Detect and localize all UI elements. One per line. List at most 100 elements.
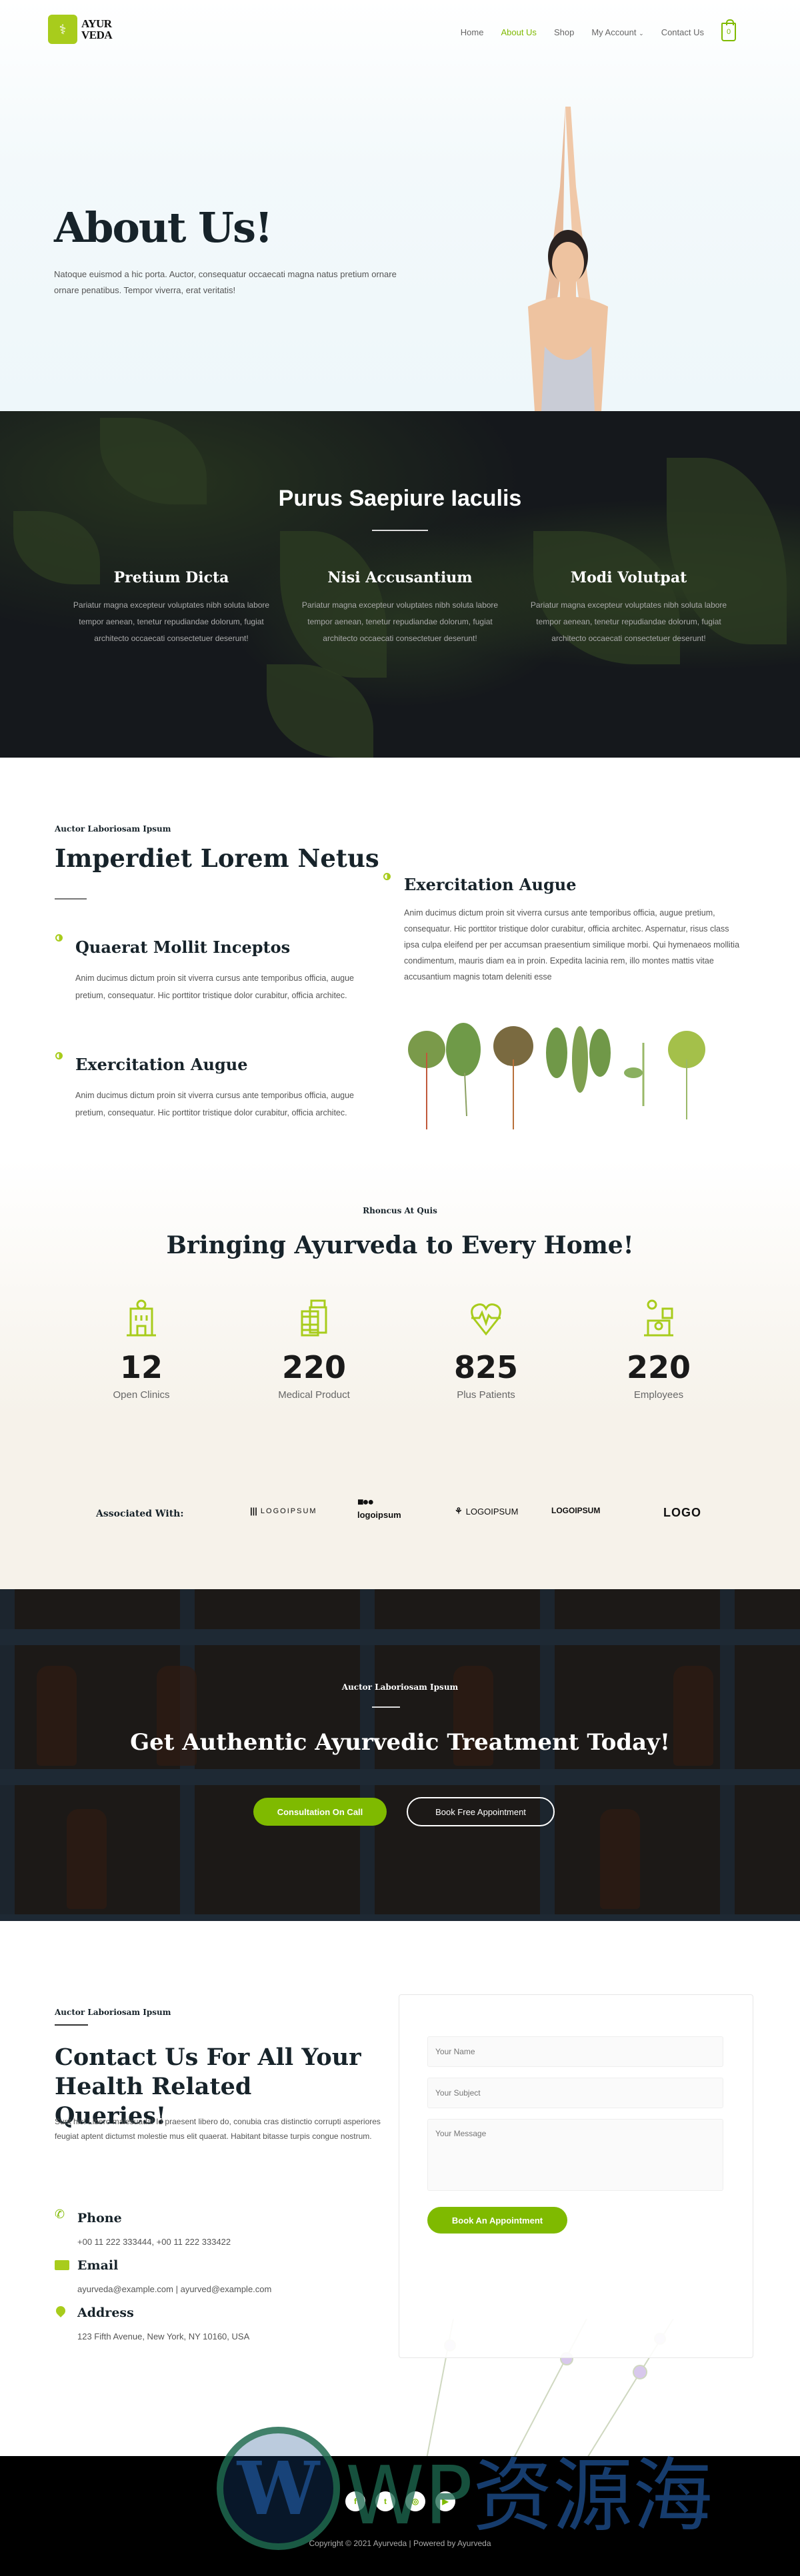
copyright: Copyright © 2021 Ayurveda | Powered by A… <box>309 2539 491 2548</box>
main-nav: Home About Us Shop My Account ⌄ Contact … <box>461 19 736 41</box>
contact-eyebrow: Auctor Laboriosam Ipsum <box>55 2008 171 2017</box>
email-value[interactable]: ayurveda@example.com | ayurved@example.c… <box>77 2284 271 2294</box>
facebook-icon[interactable]: f <box>345 2491 365 2511</box>
features-eyebrow: Auctor Laboriosam Ipsum <box>55 824 171 834</box>
cart-button[interactable]: 0 <box>721 19 736 41</box>
clinic-icon <box>127 1299 156 1337</box>
soundwave-icon: ||| <box>250 1506 257 1516</box>
location-pin-icon <box>54 2304 67 2317</box>
partner-logo[interactable]: ||| LOGOIPSUM <box>250 1506 317 1516</box>
features-title: Imperdiet Lorem Netus <box>55 844 379 873</box>
cart-count: 0 <box>726 28 731 36</box>
social-links: f t ◎ ▶ <box>345 2491 455 2511</box>
partner-name: LOGO <box>663 1506 701 1519</box>
nav-about[interactable]: About Us <box>501 27 536 37</box>
partner-logo[interactable]: LOGOIPSUM <box>551 1506 600 1515</box>
divider <box>372 1706 400 1708</box>
book-appointment-button[interactable]: Book Free Appointment <box>407 1797 555 1826</box>
stat-value: 220 <box>281 1349 347 1385</box>
partner-name: LOGOIPSUM <box>260 1507 317 1515</box>
consultation-button[interactable]: Consultation On Call <box>253 1798 387 1826</box>
phone-label: Phone <box>77 2211 122 2226</box>
stat-value: 220 <box>626 1349 691 1385</box>
subject-input[interactable] <box>427 2078 723 2108</box>
feature-text: Anim ducimus dictum proin sit viverra cu… <box>75 973 355 1000</box>
stats-title: Bringing Ayurveda to Every Home! <box>166 1231 634 1259</box>
partner-logo[interactable]: LOGO <box>663 1506 701 1520</box>
nav-home[interactable]: Home <box>461 27 484 37</box>
nav-my-account-label: My Account <box>591 27 637 37</box>
stat-label: Open Clinics <box>113 1389 170 1401</box>
appointment-form: Book An Appointment <box>399 1994 753 2358</box>
stats-section: Rhoncus At Quis Bringing Ayurveda to Eve… <box>0 1159 800 1589</box>
partner-logo[interactable]: ■●● logoipsum <box>357 1497 401 1520</box>
feature-title: Quaerat Mollit Inceptos <box>75 938 291 957</box>
partner-name: logoipsum <box>357 1510 401 1520</box>
medicine-icon <box>301 1299 327 1337</box>
feature-text: Anim ducimus dictum proin sit viverra cu… <box>404 908 740 981</box>
divider <box>372 530 428 531</box>
stat-plus-patients: 825 Plus Patients <box>419 1299 553 1401</box>
twitter-icon[interactable]: t <box>375 2491 395 2511</box>
column-text: Pariatur magna excepteur voluptates nibh… <box>530 600 727 643</box>
column-title: Modi Volutpat <box>570 569 687 586</box>
phone-value[interactable]: +00 11 222 333444, +00 11 222 333422 <box>77 2237 231 2247</box>
stat-employees: 220 Employees <box>592 1299 725 1401</box>
heartbeat-icon <box>471 1303 501 1336</box>
column-title: Nisi Accusantium <box>327 569 473 586</box>
stats-eyebrow: Rhoncus At Quis <box>363 1206 437 1215</box>
feature-title: Exercitation Augue <box>75 1055 248 1074</box>
herb-column: Pretium Dicta Pariatur magna excepteur vo… <box>71 569 271 647</box>
site-logo[interactable]: ⚕ AYUR VEDA <box>48 15 113 44</box>
associated-label: Associated With: <box>96 1509 184 1519</box>
doctor-icon <box>644 1299 673 1337</box>
submit-button[interactable]: Book An Appointment <box>427 2207 567 2234</box>
bullet-icon <box>55 934 63 942</box>
stat-open-clinics: 12 Open Clinics <box>75 1299 208 1401</box>
chevron-down-icon: ⌄ <box>639 29 644 37</box>
herb-column: Nisi Accusantium Pariatur magna excepteur… <box>300 569 500 647</box>
partner-logo[interactable]: ⚘ LOGOIPSUM <box>455 1506 518 1517</box>
instagram-icon[interactable]: ◎ <box>405 2491 425 2511</box>
column-title: Pretium Dicta <box>113 569 229 586</box>
logo-line2: VEDA <box>81 29 113 41</box>
address-value: 123 Fifth Avenue, New York, NY 10160, US… <box>77 2331 250 2341</box>
phone-icon: ✆ <box>55 2208 65 2221</box>
contact-text: Sunt hic! Libero malesuada! Id praesent … <box>55 2117 381 2141</box>
stat-label: Medical Product <box>278 1389 350 1401</box>
feature-text: Anim ducimus dictum proin sit viverra cu… <box>75 1091 355 1117</box>
message-textarea[interactable] <box>427 2119 723 2191</box>
page-title: About Us! <box>54 203 273 252</box>
partner-name: LOGOIPSUM <box>551 1506 601 1515</box>
herbs-title: Purus Saepiure Iaculis <box>278 486 522 511</box>
nav-shop[interactable]: Shop <box>554 27 574 37</box>
cta-section: Auctor Laboriosam Ipsum Get Authentic Ay… <box>0 1589 800 1921</box>
logo-line1: AYUR <box>81 17 112 30</box>
stat-label: Plus Patients <box>457 1389 515 1401</box>
shapes-icon: ■●● <box>357 1497 374 1508</box>
footer: f t ◎ ▶ Copyright © 2021 Ayurveda | Powe… <box>0 2456 800 2576</box>
stat-label: Employees <box>633 1389 684 1401</box>
feature-title: Exercitation Augue <box>404 875 577 894</box>
wheat-icon: ⚘ <box>455 1506 463 1516</box>
divider <box>55 898 87 900</box>
leaf-decoration <box>267 664 373 758</box>
column-text: Pariatur magna excepteur voluptates nibh… <box>73 600 270 643</box>
herb-leaves-image <box>408 1023 705 1129</box>
stat-value: 12 <box>119 1349 163 1385</box>
youtube-icon[interactable]: ▶ <box>435 2491 455 2511</box>
cta-eyebrow: Auctor Laboriosam Ipsum <box>341 1682 459 1692</box>
nav-my-account[interactable]: My Account ⌄ <box>591 27 643 37</box>
stat-medical-product: 220 Medical Product <box>247 1299 381 1401</box>
cta-title: Get Authentic Ayurvedic Treatment Today! <box>130 1729 670 1756</box>
email-icon <box>55 2260 69 2270</box>
nav-contact[interactable]: Contact Us <box>661 27 704 37</box>
bullet-icon <box>383 873 391 880</box>
mortar-pestle-icon: ⚕ <box>48 15 77 44</box>
name-input[interactable] <box>427 2036 723 2067</box>
bullet-icon <box>55 1052 63 1059</box>
hero-section: ⚕ AYUR VEDA Home About Us Shop My Account… <box>0 0 800 411</box>
stat-value: 825 <box>453 1349 519 1385</box>
hero-text: Natoque euismod a hic porta. Auctor, con… <box>54 269 397 295</box>
divider <box>55 2024 88 2026</box>
